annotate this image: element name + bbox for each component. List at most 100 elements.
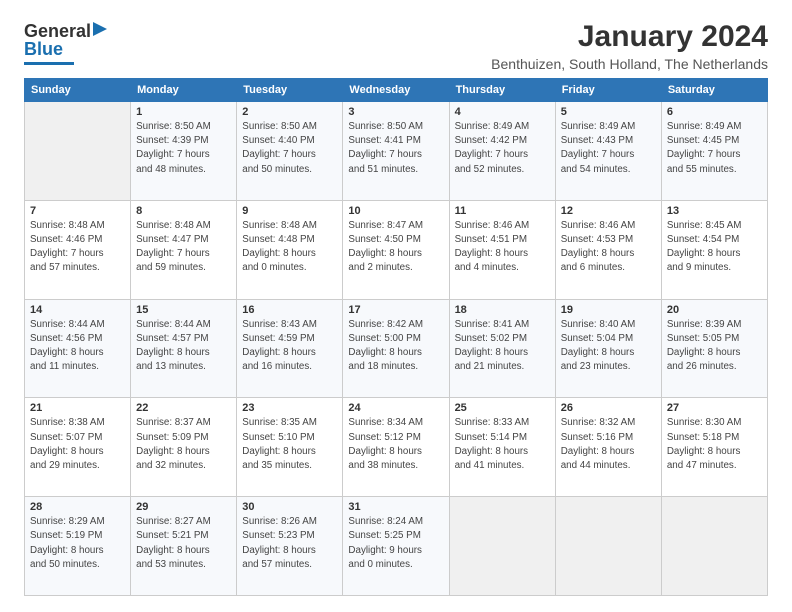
calendar-cell [25,102,131,201]
calendar-table: Sunday Monday Tuesday Wednesday Thursday… [24,78,768,596]
calendar-cell: 5Sunrise: 8:49 AM Sunset: 4:43 PM Daylig… [555,102,661,201]
day-info: Sunrise: 8:34 AM Sunset: 5:12 PM Dayligh… [348,416,443,473]
day-info: Sunrise: 8:35 AM Sunset: 5:10 PM Dayligh… [242,416,337,473]
day-number: 9 [242,205,337,217]
day-info: Sunrise: 8:37 AM Sunset: 5:09 PM Dayligh… [136,416,231,473]
header-tuesday: Tuesday [237,79,343,102]
header-friday: Friday [555,79,661,102]
day-info: Sunrise: 8:47 AM Sunset: 4:50 PM Dayligh… [348,219,443,276]
day-number: 26 [561,402,656,414]
day-info: Sunrise: 8:39 AM Sunset: 5:05 PM Dayligh… [667,318,762,375]
day-info: Sunrise: 8:29 AM Sunset: 5:19 PM Dayligh… [30,515,125,572]
calendar-week-5: 28 Sunrise: 8:29 AM Sunset: 5:19 PM Dayli… [25,497,768,596]
day-number: 13 [667,205,762,217]
calendar-cell: 13Sunrise: 8:45 AM Sunset: 4:54 PM Dayli… [661,200,767,299]
calendar-cell: 17Sunrise: 8:42 AM Sunset: 5:00 PM Dayli… [343,299,449,398]
header-thursday: Thursday [449,79,555,102]
logo: General Blue [24,22,107,65]
calendar-cell: 14 Sunrise: 8:44 AM Sunset: 4:56 PM Dayli… [25,299,131,398]
day-number: 6 [667,106,762,118]
day-number: 1 [136,106,231,118]
calendar-cell: 26 Sunrise: 8:32 AM Sunset: 5:16 PM Dayli… [555,398,661,497]
day-number: 19 [561,304,656,316]
day-number: 27 [667,402,762,414]
calendar-cell: 20Sunrise: 8:39 AM Sunset: 5:05 PM Dayli… [661,299,767,398]
calendar-cell: 9 Sunrise: 8:48 AM Sunset: 4:48 PM Daylig… [237,200,343,299]
header-sunday: Sunday [25,79,131,102]
calendar-cell [449,497,555,596]
header-wednesday: Wednesday [343,79,449,102]
day-info: Sunrise: 8:46 AM Sunset: 4:53 PM Dayligh… [561,219,656,276]
day-info: Sunrise: 8:44 AM Sunset: 4:56 PM Dayligh… [30,318,125,375]
logo-arrow-icon [93,22,107,36]
calendar-cell: 6 Sunrise: 8:49 AM Sunset: 4:45 PM Daylig… [661,102,767,201]
day-number: 14 [30,304,125,316]
calendar-cell: 16 Sunrise: 8:43 AM Sunset: 4:59 PM Dayli… [237,299,343,398]
calendar-cell: 12 Sunrise: 8:46 AM Sunset: 4:53 PM Dayli… [555,200,661,299]
header-saturday: Saturday [661,79,767,102]
day-info: Sunrise: 8:41 AM Sunset: 5:02 PM Dayligh… [455,318,550,375]
day-number: 2 [242,106,337,118]
day-number: 12 [561,205,656,217]
calendar-cell: 25 Sunrise: 8:33 AM Sunset: 5:14 PM Dayli… [449,398,555,497]
calendar-cell [661,497,767,596]
day-info: Sunrise: 8:48 AM Sunset: 4:47 PM Dayligh… [136,219,231,276]
day-number: 29 [136,501,231,513]
calendar-cell: 7Sunrise: 8:48 AM Sunset: 4:46 PM Daylig… [25,200,131,299]
calendar-cell [555,497,661,596]
day-number: 23 [242,402,337,414]
calendar-cell: 3 Sunrise: 8:50 AM Sunset: 4:41 PM Daylig… [343,102,449,201]
day-info: Sunrise: 8:26 AM Sunset: 5:23 PM Dayligh… [242,515,337,572]
day-number: 18 [455,304,550,316]
day-info: Sunrise: 8:30 AM Sunset: 5:18 PM Dayligh… [667,416,762,473]
day-info: Sunrise: 8:50 AM Sunset: 4:40 PM Dayligh… [242,120,337,177]
day-info: Sunrise: 8:50 AM Sunset: 4:39 PM Dayligh… [136,120,231,177]
day-info: Sunrise: 8:49 AM Sunset: 4:43 PM Dayligh… [561,120,656,177]
calendar-cell: 18 Sunrise: 8:41 AM Sunset: 5:02 PM Dayli… [449,299,555,398]
logo-blue: Blue [24,40,63,60]
day-info: Sunrise: 8:48 AM Sunset: 4:48 PM Dayligh… [242,219,337,276]
day-info: Sunrise: 8:50 AM Sunset: 4:41 PM Dayligh… [348,120,443,177]
calendar-cell: 24 Sunrise: 8:34 AM Sunset: 5:12 PM Dayli… [343,398,449,497]
calendar-cell: 22 Sunrise: 8:37 AM Sunset: 5:09 PM Dayli… [131,398,237,497]
header: General Blue January 2024 Benthuizen, So… [24,20,768,72]
day-number: 16 [242,304,337,316]
day-number: 24 [348,402,443,414]
day-info: Sunrise: 8:27 AM Sunset: 5:21 PM Dayligh… [136,515,231,572]
day-number: 8 [136,205,231,217]
calendar-cell: 15 Sunrise: 8:44 AM Sunset: 4:57 PM Dayli… [131,299,237,398]
day-number: 10 [348,205,443,217]
header-monday: Monday [131,79,237,102]
calendar-cell: 19 Sunrise: 8:40 AM Sunset: 5:04 PM Dayli… [555,299,661,398]
day-info: Sunrise: 8:43 AM Sunset: 4:59 PM Dayligh… [242,318,337,375]
calendar-cell: 29 Sunrise: 8:27 AM Sunset: 5:21 PM Dayli… [131,497,237,596]
calendar-week-3: 14 Sunrise: 8:44 AM Sunset: 4:56 PM Dayli… [25,299,768,398]
calendar-header-row: Sunday Monday Tuesday Wednesday Thursday… [25,79,768,102]
day-info: Sunrise: 8:40 AM Sunset: 5:04 PM Dayligh… [561,318,656,375]
day-number: 22 [136,402,231,414]
day-number: 11 [455,205,550,217]
calendar-week-1: 1 Sunrise: 8:50 AM Sunset: 4:39 PM Daylig… [25,102,768,201]
day-info: Sunrise: 8:33 AM Sunset: 5:14 PM Dayligh… [455,416,550,473]
day-number: 25 [455,402,550,414]
day-info: Sunrise: 8:44 AM Sunset: 4:57 PM Dayligh… [136,318,231,375]
day-number: 17 [348,304,443,316]
day-number: 7 [30,205,125,217]
day-info: Sunrise: 8:49 AM Sunset: 4:45 PM Dayligh… [667,120,762,177]
day-info: Sunrise: 8:24 AM Sunset: 5:25 PM Dayligh… [348,515,443,572]
calendar-cell: 4Sunrise: 8:49 AM Sunset: 4:42 PM Daylig… [449,102,555,201]
day-number: 30 [242,501,337,513]
day-number: 15 [136,304,231,316]
calendar-week-4: 21 Sunrise: 8:38 AM Sunset: 5:07 PM Dayli… [25,398,768,497]
day-info: Sunrise: 8:38 AM Sunset: 5:07 PM Dayligh… [30,416,125,473]
calendar-week-2: 7Sunrise: 8:48 AM Sunset: 4:46 PM Daylig… [25,200,768,299]
logo-underline [24,62,74,65]
calendar-cell: 10 Sunrise: 8:47 AM Sunset: 4:50 PM Dayli… [343,200,449,299]
day-number: 4 [455,106,550,118]
day-number: 3 [348,106,443,118]
day-number: 28 [30,501,125,513]
calendar-cell: 31Sunrise: 8:24 AM Sunset: 5:25 PM Dayli… [343,497,449,596]
calendar-cell: 27 Sunrise: 8:30 AM Sunset: 5:18 PM Dayli… [661,398,767,497]
day-number: 21 [30,402,125,414]
day-info: Sunrise: 8:32 AM Sunset: 5:16 PM Dayligh… [561,416,656,473]
